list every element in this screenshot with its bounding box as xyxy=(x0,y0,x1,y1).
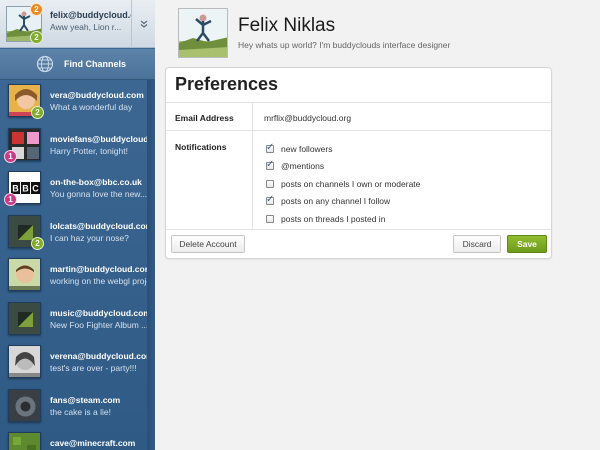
preferences-title: Preferences xyxy=(175,74,279,94)
channel-avatar xyxy=(8,258,41,291)
channel-name: vera@buddycloud.com xyxy=(50,90,144,100)
chevron-down-icon[interactable] xyxy=(131,0,155,48)
channel-avatar xyxy=(8,432,41,450)
channel-item[interactable]: fans@steam.com the cake is a lie! xyxy=(0,385,147,429)
email-field[interactable]: mrflix@buddycloud.org xyxy=(264,113,351,123)
profile-bio: Hey whats up world? I'm buddyclouds inte… xyxy=(238,40,451,50)
channel-list: 2 vera@buddycloud.com What a wonderful d… xyxy=(0,80,147,450)
divider xyxy=(166,102,551,103)
option-label: posts on channels I own or moderate xyxy=(281,178,421,189)
channel-badge: 1 xyxy=(4,193,17,206)
channel-badge: 1 xyxy=(4,149,17,163)
find-channels-button[interactable]: Find Channels xyxy=(0,49,155,80)
option-own-channels[interactable]: posts on channels I own or moderate xyxy=(266,175,420,193)
option-new-followers[interactable]: new followers xyxy=(266,140,420,158)
channel-name: martin@buddycloud.com xyxy=(50,264,147,274)
channel-item[interactable]: music@buddycloud.com New Foo Fighter Alb… xyxy=(0,298,147,342)
channel-item[interactable]: cave@minecraft.com xyxy=(0,428,147,450)
checkbox-followed-channels[interactable] xyxy=(266,194,274,206)
discard-button[interactable]: Discard xyxy=(453,235,501,253)
svg-text:B: B xyxy=(12,184,19,194)
channel-last-post: Harry Potter, tonight! xyxy=(50,145,128,156)
find-channels-label: Find Channels xyxy=(64,59,127,69)
profile-name: Felix Niklas xyxy=(238,15,336,36)
checkbox-mentions[interactable] xyxy=(266,159,274,171)
divider xyxy=(166,130,551,131)
channel-last-post: the cake is a lie! xyxy=(50,406,111,417)
channel-last-post: What a wonderful day xyxy=(50,102,133,112)
new-posts-badge: 2 xyxy=(30,3,43,16)
channel-name: lolcats@buddycloud.com xyxy=(50,220,147,231)
svg-text:B: B xyxy=(22,184,29,194)
preferences-panel: Preferences Email Address mrflix@buddycl… xyxy=(165,67,552,259)
email-label: Email Address xyxy=(175,113,234,123)
option-label: posts on threads I posted in xyxy=(281,213,386,224)
option-label: posts on any channel I follow xyxy=(281,196,391,207)
channel-name: verena@buddycloud.com xyxy=(50,351,147,361)
checkbox-threads[interactable] xyxy=(266,214,274,223)
option-followed-channels[interactable]: posts on any channel I follow xyxy=(266,193,420,211)
channel-name: fans@steam.com xyxy=(50,394,121,405)
delete-account-button[interactable]: Delete Account xyxy=(171,235,245,253)
channel-name: on-the-box@bbc.co.uk xyxy=(50,177,142,187)
option-label: @mentions xyxy=(281,161,325,172)
checkbox-own-channels[interactable] xyxy=(266,179,274,188)
divider xyxy=(166,229,551,230)
mentions-badge: 2 xyxy=(30,31,43,44)
user-jid: felix@buddycloud.com xyxy=(50,10,132,20)
channel-name: cave@minecraft.com xyxy=(50,438,136,448)
channel-item[interactable]: 1 moviefans@buddycloud.com Harry Potter,… xyxy=(0,124,147,168)
channel-item[interactable]: 2 lolcats@buddycloud.com I can haz your … xyxy=(0,211,147,255)
checkbox-new-followers[interactable] xyxy=(266,142,274,153)
notification-options: new followers @mentions posts on channel… xyxy=(266,140,420,228)
globe-icon xyxy=(36,55,54,73)
channel-avatar xyxy=(8,301,41,335)
channel-last-post: I can haz your nose? xyxy=(50,232,129,243)
channel-item[interactable]: B B C 1 on-the-box@bbc.co.uk You gonna l… xyxy=(0,167,147,211)
option-label: new followers xyxy=(281,143,333,154)
option-threads[interactable]: posts on threads I posted in xyxy=(266,210,420,228)
divider xyxy=(252,103,253,229)
sidebar: 2 2 felix@buddycloud.com Aww yeah, Lion … xyxy=(0,0,155,450)
channel-last-post: New Foo Fighter Album ... xyxy=(50,319,147,330)
channel-last-post: You gonna love the new... xyxy=(50,189,147,199)
channel-last-post: test's are over - party!!! xyxy=(50,363,137,373)
save-button[interactable]: Save xyxy=(507,235,547,253)
channel-avatar xyxy=(8,345,41,378)
channel-item[interactable]: verena@buddycloud.com test's are over - … xyxy=(0,341,147,385)
channel-last-post: working on the webgl proje... xyxy=(50,276,147,286)
channel-name: moviefans@buddycloud.com xyxy=(50,133,147,144)
channel-name: music@buddycloud.com xyxy=(50,307,147,318)
channel-badge: 2 xyxy=(31,236,44,250)
profile-avatar xyxy=(178,8,228,58)
channel-item[interactable]: 2 vera@buddycloud.com What a wonderful d… xyxy=(0,80,147,124)
user-status: Aww yeah, Lion r... xyxy=(50,22,122,32)
svg-text:C: C xyxy=(32,184,39,194)
option-mentions[interactable]: @mentions xyxy=(266,158,420,176)
notifications-label: Notifications xyxy=(175,142,227,152)
channel-badge: 2 xyxy=(31,106,44,119)
channel-avatar xyxy=(8,388,41,422)
current-user-header[interactable]: 2 2 felix@buddycloud.com Aww yeah, Lion … xyxy=(0,0,155,48)
channel-item[interactable]: martin@buddycloud.com working on the web… xyxy=(0,254,147,298)
